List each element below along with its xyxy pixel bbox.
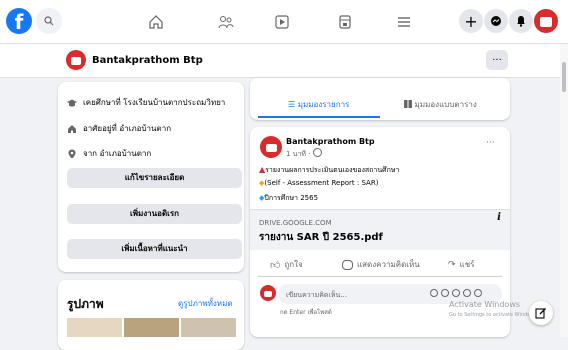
sticker-icon[interactable] xyxy=(474,289,482,297)
active-tab-indicator xyxy=(258,116,380,118)
messenger-icon[interactable] xyxy=(484,9,508,33)
education-icon xyxy=(67,98,77,108)
intro-education-text: เคยศึกษาที่ โรงเรียนบ้านตากประถมวิทยา xyxy=(83,98,226,107)
see-all-photos-link[interactable]: ดูรูปภาพทั้งหมด xyxy=(178,297,233,310)
info-icon[interactable]: i xyxy=(492,210,506,224)
emoji-icon[interactable] xyxy=(441,289,449,297)
share-button[interactable]: ↷ แชร์ xyxy=(448,258,474,271)
tab-grid-label: มุมมองแบบตาราง xyxy=(414,100,477,109)
tab-list-view[interactable]: ☰ มุมมองรายการ xyxy=(288,98,349,111)
photos-card xyxy=(58,280,244,350)
commenter-avatar xyxy=(260,285,276,301)
photo-thumbnail[interactable] xyxy=(124,318,179,337)
page-more-button[interactable]: ... xyxy=(486,50,508,70)
gif-icon[interactable] xyxy=(463,289,471,297)
like-button[interactable]: 👍︎ ถูกใจ xyxy=(270,258,303,271)
photo-thumbnail[interactable] xyxy=(181,318,236,337)
location-icon xyxy=(67,149,77,159)
menu-icon[interactable] xyxy=(392,10,416,34)
activate-windows-watermark: Activate Windows xyxy=(449,300,521,309)
intro-from: จาก อำเภอบ้านตาก xyxy=(67,147,151,160)
page-avatar[interactable] xyxy=(66,50,86,70)
post-divider xyxy=(258,276,502,277)
post-time: 1 นาที · xyxy=(286,150,313,158)
home-icon[interactable] xyxy=(144,10,168,34)
comment-tools xyxy=(430,289,482,297)
link-domain: DRIVE.GOOGLE.COM xyxy=(259,219,332,227)
friends-icon[interactable] xyxy=(214,10,238,34)
post-text-line: ◆(Self - Assessment Report : SAR) xyxy=(259,179,379,187)
watch-icon[interactable] xyxy=(270,10,294,34)
intro-education: เคยศึกษาที่ โรงเรียนบ้านตากประถมวิทยา xyxy=(67,96,225,109)
edit-details-button[interactable]: แก้ไขรายละเอียด xyxy=(67,168,242,188)
new-message-icon[interactable] xyxy=(529,301,553,325)
post-author-avatar[interactable] xyxy=(260,136,282,158)
top-navigation-bar: f + xyxy=(0,0,568,44)
notifications-icon[interactable] xyxy=(509,9,533,33)
post-more-button[interactable]: ··· xyxy=(486,138,495,148)
comment-button[interactable]: แสดงความคิดเห็น xyxy=(342,258,420,271)
avatar-sticker-icon[interactable] xyxy=(430,289,438,297)
link-title[interactable]: รายงาน SAR ปี 2565.pdf xyxy=(259,230,383,245)
photos-title: รูปภาพ xyxy=(67,297,104,311)
post-author-name[interactable]: Bantakprathom Btp xyxy=(286,137,375,146)
search-icon[interactable] xyxy=(36,8,62,34)
facebook-logo-icon[interactable]: f xyxy=(6,8,32,34)
comment-placeholder: เขียนความคิดเห็น... xyxy=(286,291,347,299)
comment-icon xyxy=(342,259,353,270)
grid-icon xyxy=(404,100,412,108)
tab-grid-view[interactable]: มุมมองแบบตาราง xyxy=(404,98,477,111)
intro-lives-in-text: อาศัยอยู่ที่ อำเภอบ้านตาก xyxy=(83,124,172,133)
camera-icon[interactable] xyxy=(452,289,460,297)
post-text-line: ▲รายงานผลการประเมินตนเองของสถานศึกษา xyxy=(259,165,400,174)
post-timestamp[interactable]: 1 นาที · xyxy=(286,148,322,160)
thumbs-up-icon: 👍︎ xyxy=(270,259,281,271)
globe-icon xyxy=(312,148,322,157)
add-hobbies-button[interactable]: เพิ่มงานอดิเรก xyxy=(67,204,242,224)
photo-thumbnail[interactable] xyxy=(67,318,122,337)
intro-from-text: จาก อำเภอบ้านตาก xyxy=(83,149,152,158)
create-icon[interactable]: + xyxy=(459,9,483,33)
intro-lives-in: อาศัยอยู่ที่ อำเภอบ้านตาก xyxy=(67,122,171,135)
post-text-line: ◆ปีการศึกษา 2565 xyxy=(259,194,319,202)
marketplace-icon[interactable] xyxy=(333,10,357,34)
account-avatar[interactable] xyxy=(534,9,558,33)
add-featured-button[interactable]: เพิ่มเนื้อหาที่แนะนำ xyxy=(67,239,242,259)
comment-hint: กด Enter เพื่อโพสต์ xyxy=(280,309,332,316)
page-header xyxy=(0,44,568,78)
home-icon xyxy=(67,124,77,134)
scrollbar-thumb[interactable] xyxy=(562,62,566,92)
activate-windows-subtext: Go to Settings to activate Windows. xyxy=(449,312,539,318)
page-name[interactable]: Bantakprathom Btp xyxy=(92,55,203,66)
share-icon: ↷ xyxy=(448,259,456,270)
